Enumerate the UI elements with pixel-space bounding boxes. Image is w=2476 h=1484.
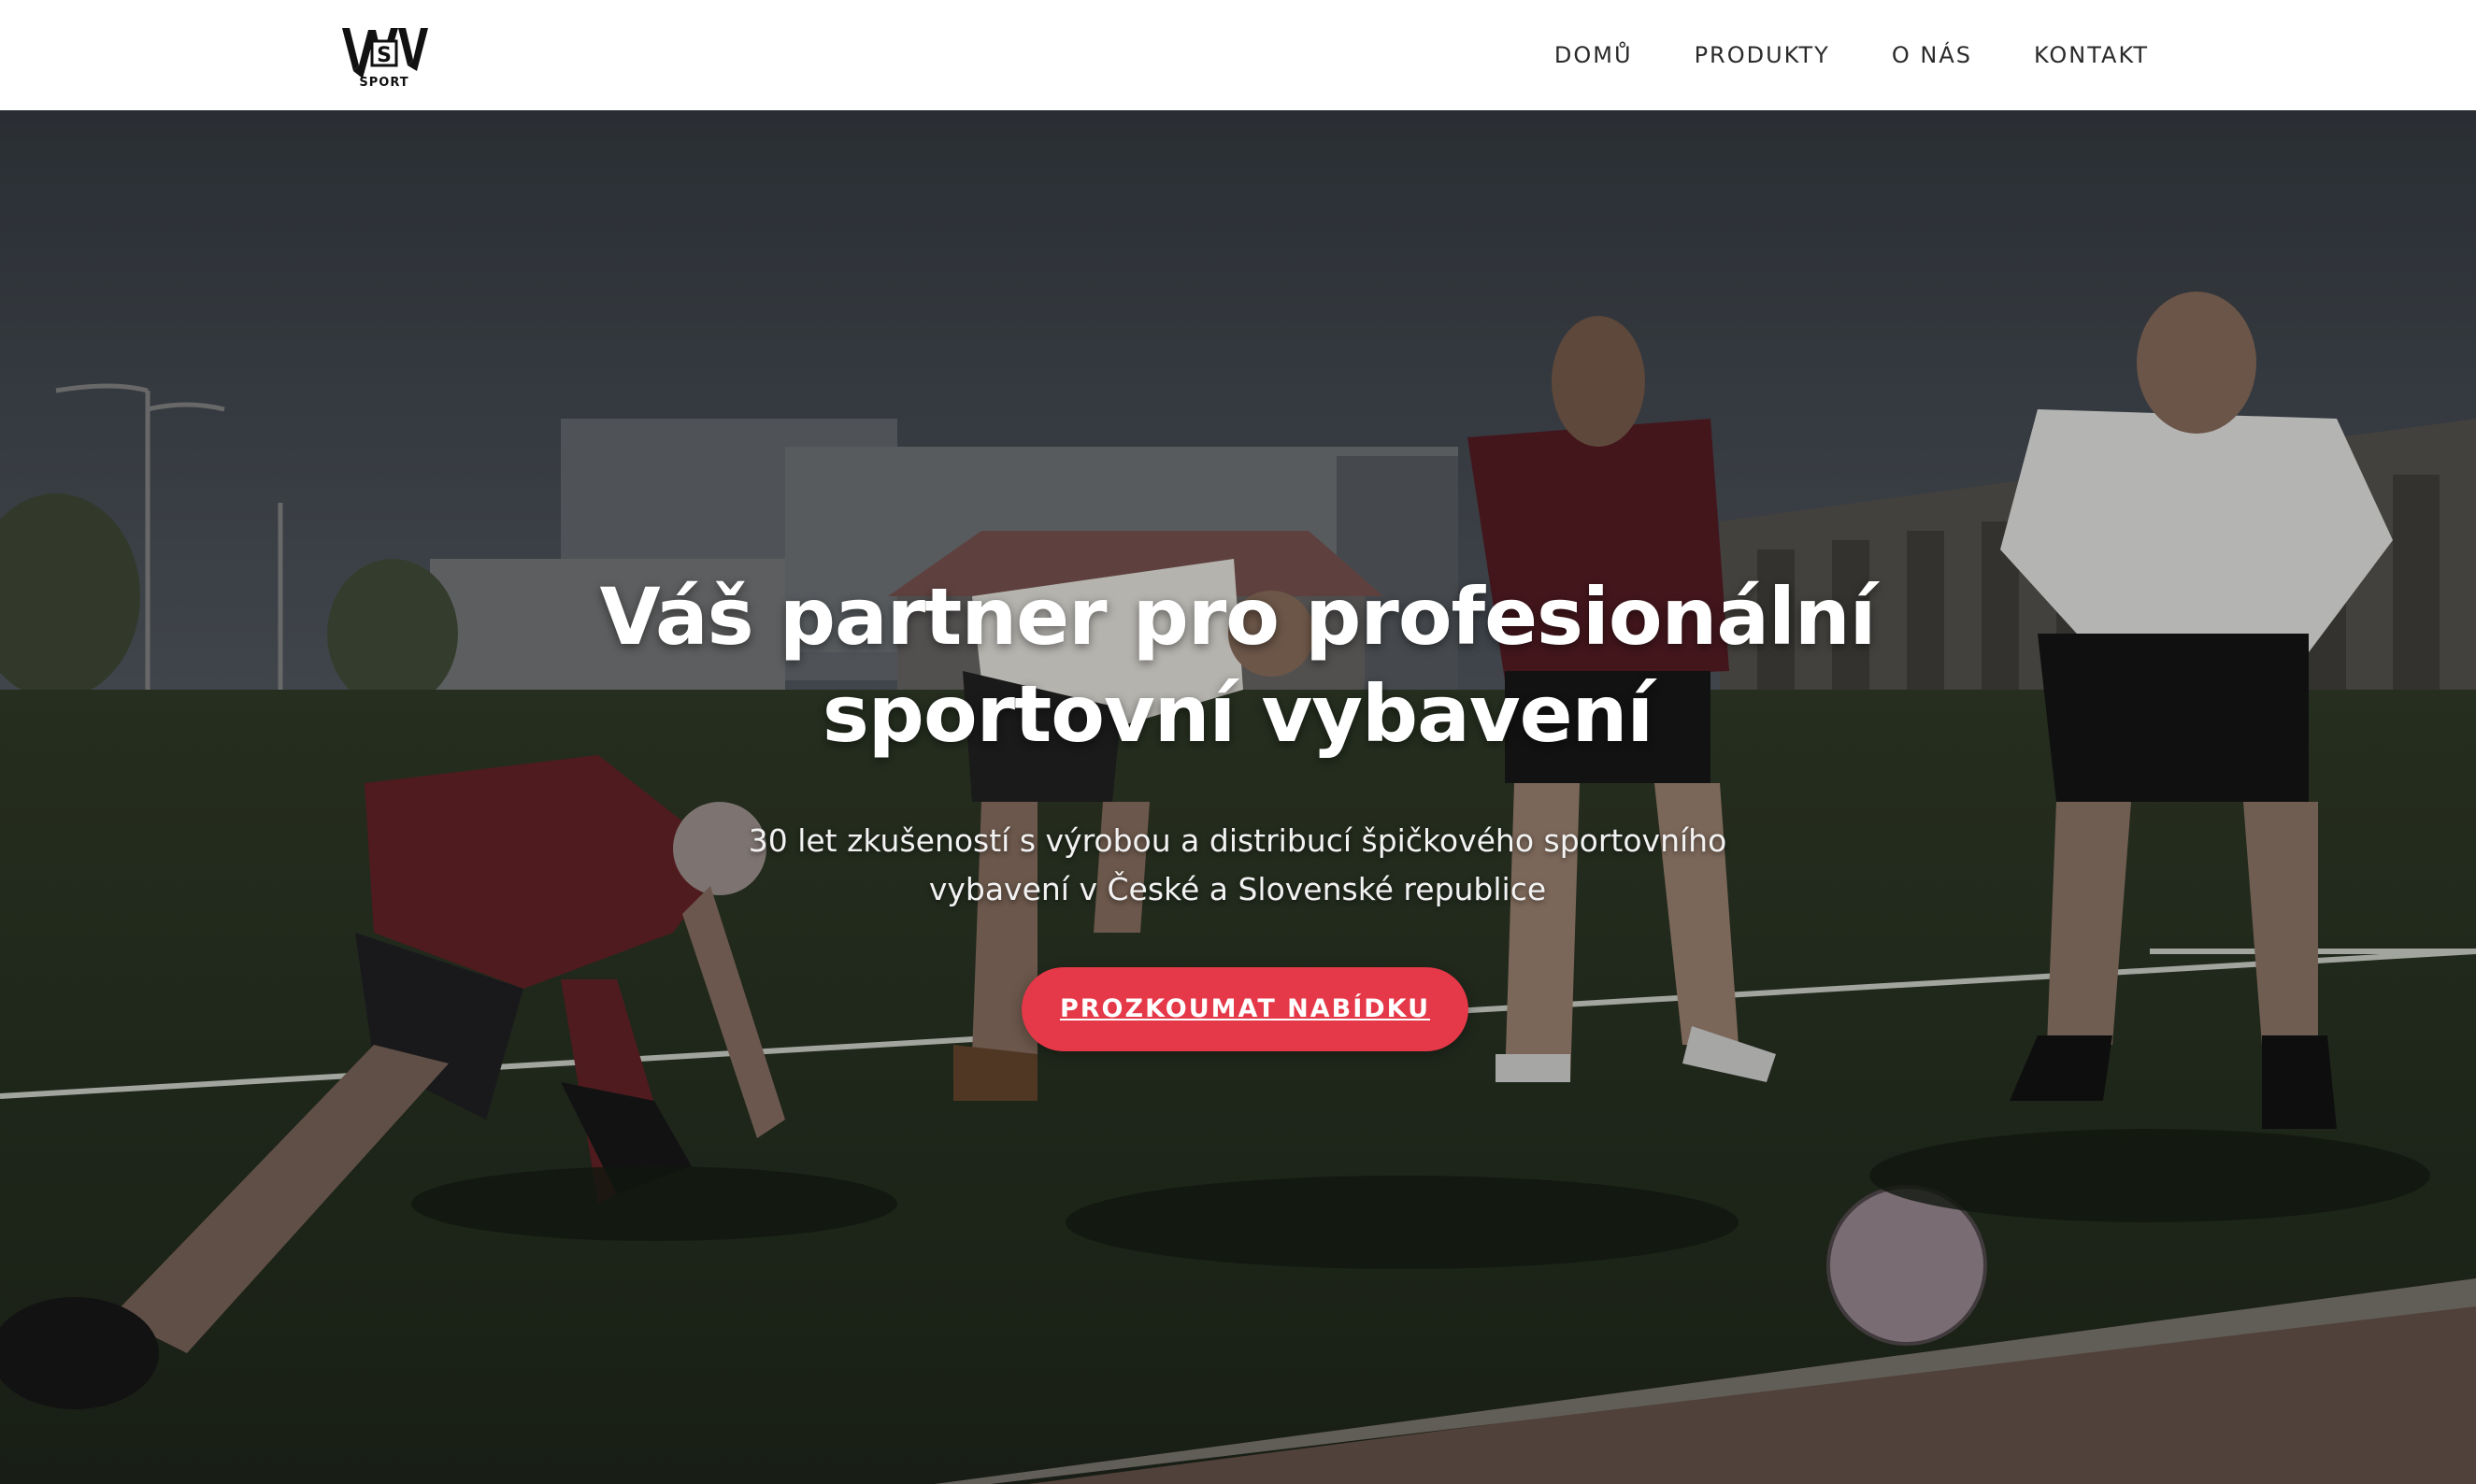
hero-subtitle-line-2: vybavení v České a Slovenské republice	[928, 871, 1547, 907]
nav-item-produkty[interactable]: PRODUKTY	[1695, 0, 1830, 110]
hero-subtitle-line-1: 30 let zkušeností s výrobou a distribucí…	[748, 822, 1727, 859]
hero-title-line-1: Váš partner pro profesionální	[599, 571, 1877, 663]
svg-text:S: S	[377, 44, 392, 67]
hero-title-line-2: sportovní vybavení	[822, 668, 1653, 760]
hero-title: Váš partner pro profesionální sportovní …	[396, 568, 2079, 763]
logo-mark: S SPORT	[342, 28, 428, 88]
site-header: S SPORT DOMŮ PRODUKTY O NÁS KONTAKT	[0, 0, 2476, 110]
nav-item-domu[interactable]: DOMŮ	[1554, 0, 1633, 110]
explore-offer-button[interactable]: PROZKOUMAT NABÍDKU	[1022, 967, 1468, 1051]
hero-section: Váš partner pro profesionální sportovní …	[0, 110, 2476, 1484]
hero-content: Váš partner pro profesionální sportovní …	[0, 110, 2476, 1484]
brand-logo[interactable]: S SPORT	[340, 22, 428, 88]
main-nav: DOMŮ PRODUKTY O NÁS KONTAKT	[1493, 0, 2149, 110]
nav-item-o-nas[interactable]: O NÁS	[1892, 0, 1972, 110]
svg-text:SPORT: SPORT	[359, 76, 408, 88]
nav-item-kontakt[interactable]: KONTAKT	[2034, 0, 2149, 110]
hero-subtitle: 30 let zkušeností s výrobou a distribucí…	[677, 817, 1798, 914]
